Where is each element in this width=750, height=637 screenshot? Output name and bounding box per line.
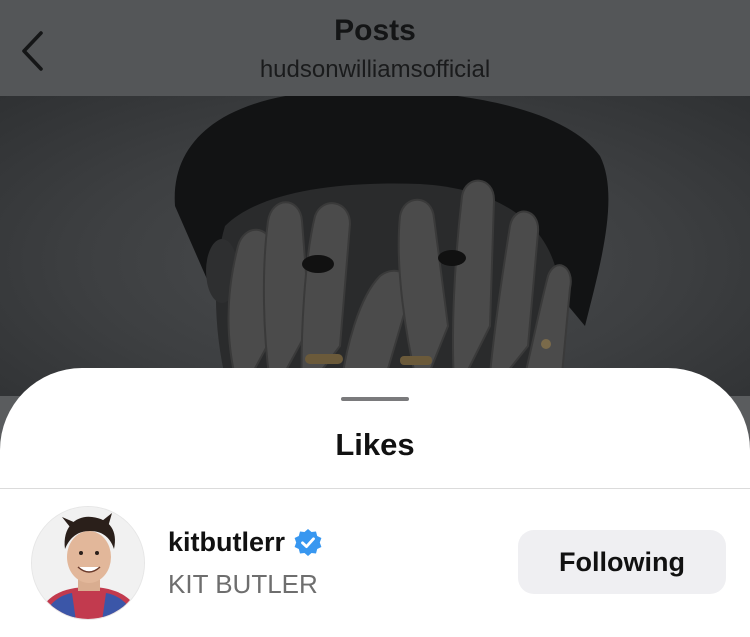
likes-sheet: Likes kitbutlerr KIT BUTLER Following [0,368,750,637]
username-line: kitbutlerr [168,527,323,558]
sheet-title: Likes [335,427,415,462]
avatar-image [32,507,144,619]
top-header: Posts hudsonwilliamsofficial [0,0,750,96]
post-photo[interactable] [0,96,750,396]
posts-screen: Posts hudsonwilliamsofficial Likes kitbu… [0,0,750,637]
username[interactable]: kitbutlerr [168,527,285,558]
verified-badge-icon [294,528,322,556]
post-photo-illustration [174,96,609,396]
following-button[interactable]: Following [518,530,726,594]
avatar[interactable] [31,506,145,620]
sheet-grabber[interactable] [341,397,409,401]
full-name: KIT BUTLER [168,569,318,599]
header-title: Posts [334,14,416,47]
header-subtitle: hudsonwilliamsofficial [259,56,491,83]
list-item[interactable]: kitbutlerr KIT BUTLER Following [0,489,750,637]
